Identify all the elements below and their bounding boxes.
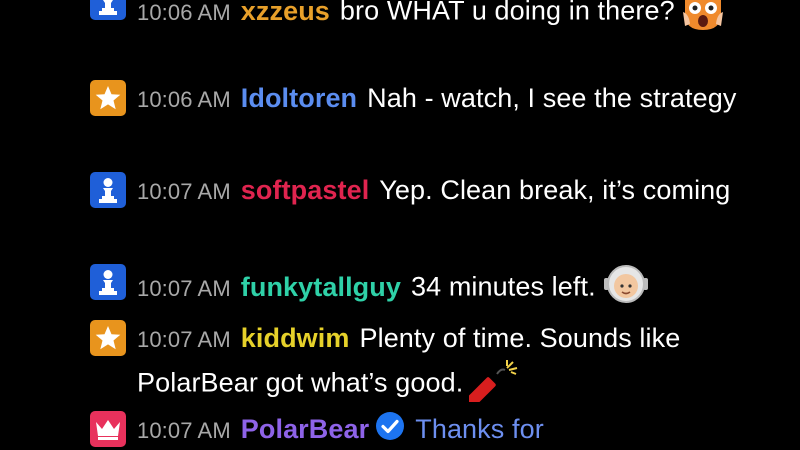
message-timestamp: 10:07 AM [137, 179, 231, 204]
chat-message: 10:07 AM softpastel Yep. Clean break, it’s… [90, 172, 750, 210]
message-username[interactable]: PolarBear [241, 414, 369, 444]
pawn-badge-icon [90, 264, 126, 300]
message-timestamp: 10:07 AM [137, 275, 231, 301]
chat-message: 10:07 AM kiddwim Plenty of time. Sounds li… [90, 320, 750, 411]
star-badge-icon [90, 320, 126, 356]
firecracker-emote-icon [466, 358, 521, 411]
crown-badge-icon [90, 411, 126, 447]
message-text: Thanks for [415, 414, 544, 444]
message-username[interactable]: kiddwim [241, 323, 350, 353]
message-username[interactable]: xzzeus [241, 0, 330, 26]
message-text: 34 minutes left. [411, 271, 596, 302]
message-username[interactable]: funkytallguy [241, 272, 401, 302]
message-username[interactable]: softpastel [241, 175, 370, 205]
chat-message: 10:07 AM funkytallguy 34 minutes left. [90, 264, 750, 313]
star-badge-icon [90, 80, 126, 116]
chat-message: 10:06 AM Idoltoren Nah - watch, I see the … [90, 80, 750, 118]
chat-feed: 10:06 AM xzzeus bro WHAT u doing in there?… [0, 0, 800, 450]
message-timestamp: 10:07 AM [137, 327, 231, 352]
message-timestamp: 10:06 AM [137, 0, 231, 25]
message-text: Nah - watch, I see the strategy [367, 83, 737, 113]
chat-message: 10:06 AM xzzeus bro WHAT u doing in there? [90, 0, 750, 41]
verified-check-icon [375, 411, 405, 450]
message-timestamp: 10:06 AM [137, 87, 231, 112]
astronaut-emote-icon [602, 264, 650, 313]
shocked-cat-emote-icon [681, 0, 725, 41]
message-timestamp: 10:07 AM [137, 418, 231, 443]
message-text: bro WHAT u doing in there? [339, 0, 675, 26]
pawn-badge-icon [90, 0, 126, 20]
message-username[interactable]: Idoltoren [241, 83, 357, 113]
chat-message: 10:07 AM PolarBear Thanks for [90, 411, 750, 450]
message-text: Yep. Clean break, it’s coming [379, 175, 731, 205]
pawn-badge-icon [90, 172, 126, 208]
